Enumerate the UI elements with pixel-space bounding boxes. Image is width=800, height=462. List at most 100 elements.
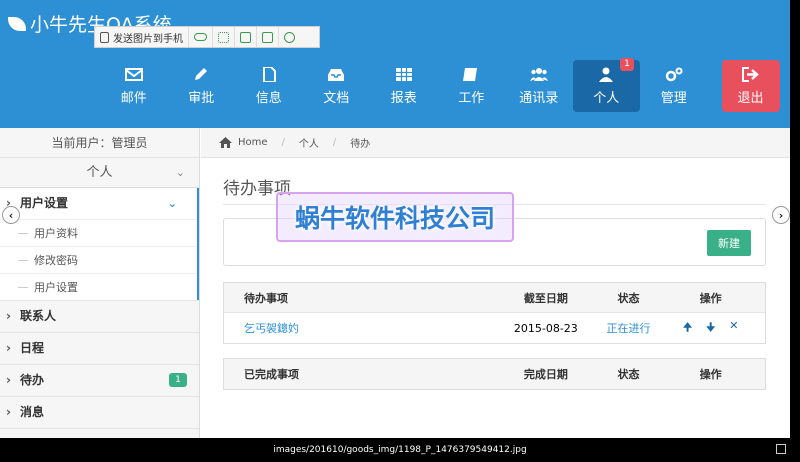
cloud-button[interactable]	[189, 27, 213, 47]
nav-item-docs[interactable]: 文档	[303, 60, 371, 112]
row-actions: 🠉 🠋 ✕	[656, 319, 765, 338]
image-viewer-footer: images/201610/goods_img/1198_P_147637954…	[0, 438, 800, 462]
menu-group-messages: › 消息	[0, 397, 199, 429]
breadcrumb-home[interactable]: Home	[238, 137, 268, 148]
column-header: 状态	[617, 368, 640, 381]
mail-icon	[124, 67, 143, 81]
column-header: 待办事项	[244, 291, 288, 305]
nav-label: 审批	[188, 90, 215, 106]
nav-item-reports[interactable]: 报表	[370, 60, 438, 112]
main-content: Home / 个人 / 待办 待办事项 新建 待办事项 截至日期 状态 操作 乞…	[201, 128, 790, 438]
settings-button[interactable]	[279, 27, 300, 47]
user-icon	[599, 67, 614, 82]
todo-date: 2015-08-23	[513, 321, 578, 335]
todo-count-badge: 1	[169, 373, 187, 387]
nav-label: 个人	[593, 90, 620, 106]
breadcrumb-separator: /	[281, 137, 285, 148]
settings-icon	[284, 31, 295, 43]
menu-head-schedule[interactable]: › 日程	[0, 333, 199, 364]
nav-item-approval[interactable]: 审批	[168, 60, 236, 112]
breadcrumb-current: 待办	[350, 139, 371, 150]
nav-label: 通讯录	[519, 90, 559, 106]
table-icon	[395, 67, 412, 81]
send-to-phone-button[interactable]: 发送图片到手机	[95, 27, 189, 47]
watermark: 蜗牛软件科技公司	[276, 192, 514, 242]
todo-item-link[interactable]: 乞丐袈鏓妁	[244, 322, 299, 335]
save-icon	[240, 31, 251, 43]
submenu-item-user-settings[interactable]: 用户设置	[0, 273, 197, 300]
nav-item-personal[interactable]: 1 个人	[572, 58, 640, 112]
leaf-icon	[8, 16, 26, 31]
inbox-icon	[328, 68, 345, 81]
menu-label: 联系人	[20, 309, 57, 323]
arrow-up-icon[interactable]: 🠉	[683, 319, 692, 338]
book-icon	[463, 67, 478, 81]
nav-item-mail[interactable]: 邮件	[100, 60, 168, 112]
menu-head-todo[interactable]: › 待办 1	[0, 365, 199, 396]
submenu-item-change-password[interactable]: 修改密码	[0, 246, 197, 273]
submenu-item-profile[interactable]: 用户资料	[0, 219, 197, 246]
expand-icon	[218, 31, 229, 43]
nav-label: 邮件	[120, 90, 147, 106]
document-icon	[262, 66, 276, 82]
file-icon	[100, 31, 109, 43]
chevron-down-icon: ⌄	[167, 197, 177, 210]
chevron-down-icon: ⌄	[175, 166, 185, 179]
top-header: 小牛先生OA系统 邮件 审批 信息 文档 报表 工作 通讯录 1 个人 管理 退…	[0, 0, 790, 128]
menu-label: 用户设置	[20, 196, 69, 210]
nav-item-work[interactable]: 工作	[438, 60, 506, 112]
arrow-down-icon[interactable]: 🠋	[706, 319, 715, 338]
send-label: 发送图片到手机	[113, 33, 183, 45]
nav-label: 信息	[255, 90, 282, 106]
fullscreen-icon[interactable]	[776, 444, 786, 454]
menu-head-user-settings[interactable]: › 用户设置 ⌄	[0, 188, 199, 219]
new-button[interactable]: 新建	[707, 230, 751, 256]
home-icon	[219, 137, 232, 148]
breadcrumb-separator: /	[332, 137, 337, 148]
save-button[interactable]	[235, 27, 257, 47]
floating-toolbar: 发送图片到手机	[94, 26, 320, 48]
current-user-label: 当前用户：管理员	[0, 128, 199, 158]
expand-button[interactable]	[213, 27, 235, 47]
column-header: 截至日期	[523, 291, 568, 305]
share-button[interactable]	[257, 27, 279, 47]
nav-label: 报表	[390, 90, 417, 106]
viewer-edge	[790, 0, 800, 438]
menu-label: 消息	[20, 405, 45, 419]
chevron-right-icon: ›	[6, 405, 11, 419]
pencil-icon	[195, 67, 208, 80]
nav-item-contacts[interactable]: 通讯录	[505, 60, 573, 112]
nav-item-admin[interactable]: 管理	[640, 60, 708, 112]
column-header: 状态	[617, 291, 640, 305]
breadcrumb: Home / 个人 / 待办	[201, 128, 790, 158]
menu-head-messages[interactable]: › 消息	[0, 397, 199, 428]
logout-button[interactable]: 退出	[721, 60, 780, 112]
sidebar: 当前用户：管理员 个人 ⌄ › 用户设置 ⌄ 用户资料 修改密码 用户设置 › …	[0, 128, 200, 438]
logout-label: 退出	[737, 90, 764, 106]
next-image-button[interactable]: ›	[772, 206, 790, 224]
menu-group-schedule: › 日程	[0, 333, 199, 365]
chevron-right-icon: ›	[778, 208, 784, 222]
sign-out-icon	[741, 66, 759, 82]
gears-icon	[665, 67, 683, 81]
chevron-right-icon: ›	[6, 373, 11, 387]
column-header: 操作	[699, 291, 722, 305]
menu-head-contacts[interactable]: › 联系人	[0, 301, 199, 332]
table-header-row: 待办事项 截至日期 状态 操作	[224, 283, 765, 313]
todo-status: 正在进行	[606, 322, 651, 335]
previous-image-button[interactable]: ‹	[2, 206, 20, 224]
image-path: images/201610/goods_img/1198_P_147637954…	[273, 445, 527, 455]
submenu: 用户资料 修改密码 用户设置	[0, 219, 199, 300]
menu-group-contacts: › 联系人	[0, 301, 199, 333]
app-window: 小牛先生OA系统 邮件 审批 信息 文档 报表 工作 通讯录 1 个人 管理 退…	[0, 0, 800, 462]
breadcrumb-personal[interactable]: 个人	[299, 135, 319, 150]
chevron-right-icon: ›	[6, 341, 11, 355]
notification-badge: 1	[620, 58, 634, 71]
nav-item-info[interactable]: 信息	[235, 60, 303, 112]
close-icon[interactable]: ✕	[729, 319, 738, 338]
table-row: 乞丐袈鏓妁 2015-08-23 正在进行 🠉 🠋 ✕	[224, 313, 765, 343]
section-dropdown[interactable]: 个人 ⌄	[0, 158, 199, 188]
todo-table: 待办事项 截至日期 状态 操作 乞丐袈鏓妁 2015-08-23 正在进行 🠉 …	[223, 282, 766, 344]
users-icon	[529, 67, 548, 81]
share-icon	[262, 31, 273, 43]
